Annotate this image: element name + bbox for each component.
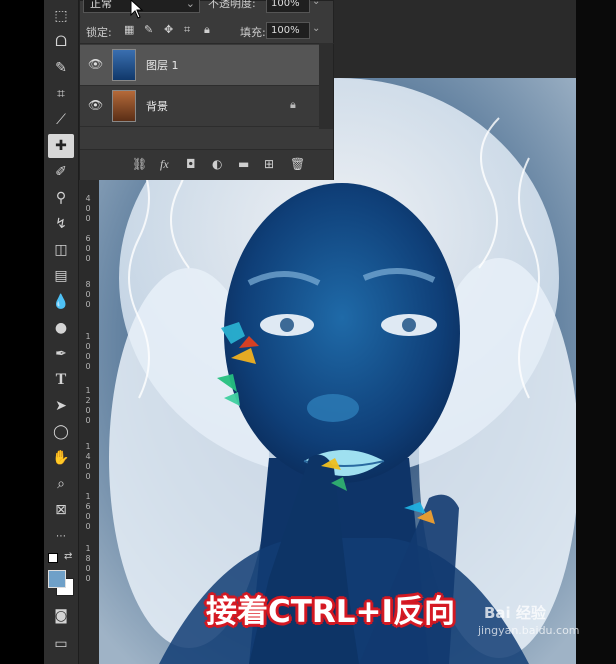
- layer-name: 背景: [146, 100, 168, 113]
- layer-row-background[interactable]: 👁︎ 背景 🔒︎: [80, 86, 319, 127]
- layers-scrollbar[interactable]: [319, 43, 333, 129]
- more-tools-icon[interactable]: ⋯: [48, 524, 74, 548]
- ruler-label: 0: [85, 204, 91, 213]
- artboard-tool-icon[interactable]: ⊠: [48, 498, 74, 522]
- ruler-label: 0: [85, 574, 91, 583]
- lock-row: 锁定: ▦ ✎ ✥ ⌗ 🔒︎ 填充: 100% ⌄: [80, 19, 335, 44]
- ruler-label: 0: [85, 512, 91, 521]
- new-layer-icon[interactable]: ⊞: [264, 157, 274, 171]
- ruler-label: 0: [85, 362, 91, 371]
- ruler-label: 8: [85, 554, 91, 563]
- visibility-eye-icon[interactable]: 👁︎: [88, 98, 104, 114]
- fill-value: 100%: [271, 25, 300, 36]
- ruler-label: 0: [85, 472, 91, 481]
- gradient-tool-icon[interactable]: ▤: [48, 264, 74, 288]
- layer-thumbnail: [112, 49, 136, 81]
- ruler-label: 0: [85, 352, 91, 361]
- visibility-eye-icon[interactable]: 👁︎: [88, 57, 104, 73]
- adjustment-layer-icon[interactable]: ◐: [212, 157, 222, 171]
- ruler-label: 4: [85, 194, 91, 203]
- ruler-label: 0: [85, 244, 91, 253]
- layer-style-fx-icon[interactable]: fx: [160, 157, 169, 172]
- mouse-cursor-icon: [130, 0, 144, 19]
- lock-image-pixels-icon[interactable]: ✎: [144, 23, 153, 36]
- blur-tool-icon[interactable]: 💧: [48, 290, 74, 314]
- hand-tool-icon[interactable]: ✋: [48, 446, 74, 470]
- watermark-url: jingyan.baidu.com: [478, 624, 580, 637]
- link-layers-icon[interactable]: ⛓: [132, 157, 147, 171]
- ruler-label: 1: [85, 544, 91, 553]
- new-group-icon[interactable]: ▬: [238, 157, 249, 171]
- eraser-tool-icon[interactable]: ◫: [48, 238, 74, 262]
- layers-panel: 正常 ⌄ 不透明度: 100% ⌄ 锁定: ▦ ✎ ✥ ⌗ 🔒︎ 填充: 100%…: [79, 0, 335, 180]
- ruler-label: 6: [85, 234, 91, 243]
- zoom-tool-icon[interactable]: ⌕: [48, 472, 74, 496]
- ruler-label: 1: [85, 332, 91, 341]
- ruler-label: 0: [85, 406, 91, 415]
- ruler-label: 0: [85, 564, 91, 573]
- pen-tool-icon[interactable]: ✒: [48, 342, 74, 366]
- foreground-color-swatch[interactable]: [48, 570, 66, 588]
- layer-row-layer-1[interactable]: 👁︎ 图层 1: [80, 45, 319, 86]
- ruler-label: 8: [85, 280, 91, 289]
- lock-position-icon[interactable]: ✥: [164, 23, 173, 36]
- path-selection-tool-icon[interactable]: ➤: [48, 394, 74, 418]
- right-dark-area: [576, 0, 616, 664]
- tools-panel: ⬚ ᗝ ✎ ⌗ ⟋ ✚ ✐ ⚲ ↯ ◫ ▤ 💧 ● ✒ T ➤ ◯ ✋ ⌕ ⊠ …: [44, 0, 79, 664]
- video-caption: 接着CTRL+I反向: [206, 594, 456, 630]
- healing-brush-tool-icon[interactable]: ✚: [48, 134, 74, 158]
- ruler-label: 0: [85, 290, 91, 299]
- quick-mask-icon[interactable]: ◙: [48, 604, 74, 628]
- default-colors-icon[interactable]: [48, 553, 58, 563]
- ruler-label: 4: [85, 452, 91, 461]
- fill-field[interactable]: 100%: [266, 22, 310, 39]
- layer-thumbnail: [112, 90, 136, 122]
- opacity-field[interactable]: 100%: [266, 0, 310, 13]
- lasso-tool-icon[interactable]: ᗝ: [48, 30, 74, 54]
- ruler-label: 0: [85, 416, 91, 425]
- delete-layer-icon[interactable]: 🗑︎: [290, 157, 305, 171]
- dodge-tool-icon[interactable]: ●: [48, 316, 74, 340]
- ruler-label: 2: [85, 396, 91, 405]
- clone-stamp-tool-icon[interactable]: ⚲: [48, 186, 74, 210]
- ruler-label: 0: [85, 522, 91, 531]
- lock-label: 锁定:: [86, 26, 112, 39]
- opacity-label: 不透明度:: [208, 0, 256, 10]
- quick-select-tool-icon[interactable]: ✎: [48, 56, 74, 80]
- history-brush-tool-icon[interactable]: ↯: [48, 212, 74, 236]
- eyedropper-tool-icon[interactable]: ⟋: [48, 108, 74, 132]
- ruler-label: 0: [85, 214, 91, 223]
- shape-tool-icon[interactable]: ◯: [48, 420, 74, 444]
- canvas-top-area: [334, 0, 576, 78]
- screen-mode-icon[interactable]: ▭: [48, 632, 74, 656]
- crop-tool-icon[interactable]: ⌗: [48, 82, 74, 106]
- ruler-label: 0: [85, 254, 91, 263]
- marquee-tool-icon[interactable]: ⬚: [48, 4, 74, 28]
- ruler-label: 0: [85, 342, 91, 351]
- lock-all-icon[interactable]: 🔒︎: [204, 23, 210, 37]
- baidu-jingyan-watermark: Bai 经验: [484, 604, 546, 622]
- opacity-dropdown-icon[interactable]: ⌄: [312, 0, 320, 7]
- lock-transparent-pixels-icon[interactable]: ▦: [124, 23, 134, 36]
- ruler-label: 1: [85, 442, 91, 451]
- opacity-value: 100%: [271, 0, 300, 9]
- ruler-label: 0: [85, 462, 91, 471]
- chevron-down-icon: ⌄: [185, 0, 195, 10]
- ruler-label: 1: [85, 386, 91, 395]
- fill-label: 填充:: [240, 26, 266, 39]
- fill-dropdown-icon[interactable]: ⌄: [312, 23, 320, 34]
- layer-lock-icon: 🔒︎: [290, 98, 296, 111]
- swap-colors-icon[interactable]: ⇄: [64, 551, 72, 562]
- ruler-label: 6: [85, 502, 91, 511]
- type-tool-icon[interactable]: T: [48, 368, 74, 392]
- brush-tool-icon[interactable]: ✐: [48, 160, 74, 184]
- blend-mode-value: 正常: [90, 0, 112, 10]
- ruler-label: 1: [85, 492, 91, 501]
- ruler-label: 0: [85, 300, 91, 309]
- layers-bottom-bar: ⛓ fx ◘ ◐ ▬ ⊞ 🗑︎: [80, 149, 333, 180]
- add-mask-icon[interactable]: ◘: [186, 157, 196, 171]
- layer-name: 图层 1: [146, 59, 179, 72]
- lock-artboard-icon[interactable]: ⌗: [184, 23, 190, 37]
- vertical-ruler: 4 0 0 6 0 0 8 0 0 1 0 0 0 1 2 0 0 1 4 0 …: [79, 180, 100, 664]
